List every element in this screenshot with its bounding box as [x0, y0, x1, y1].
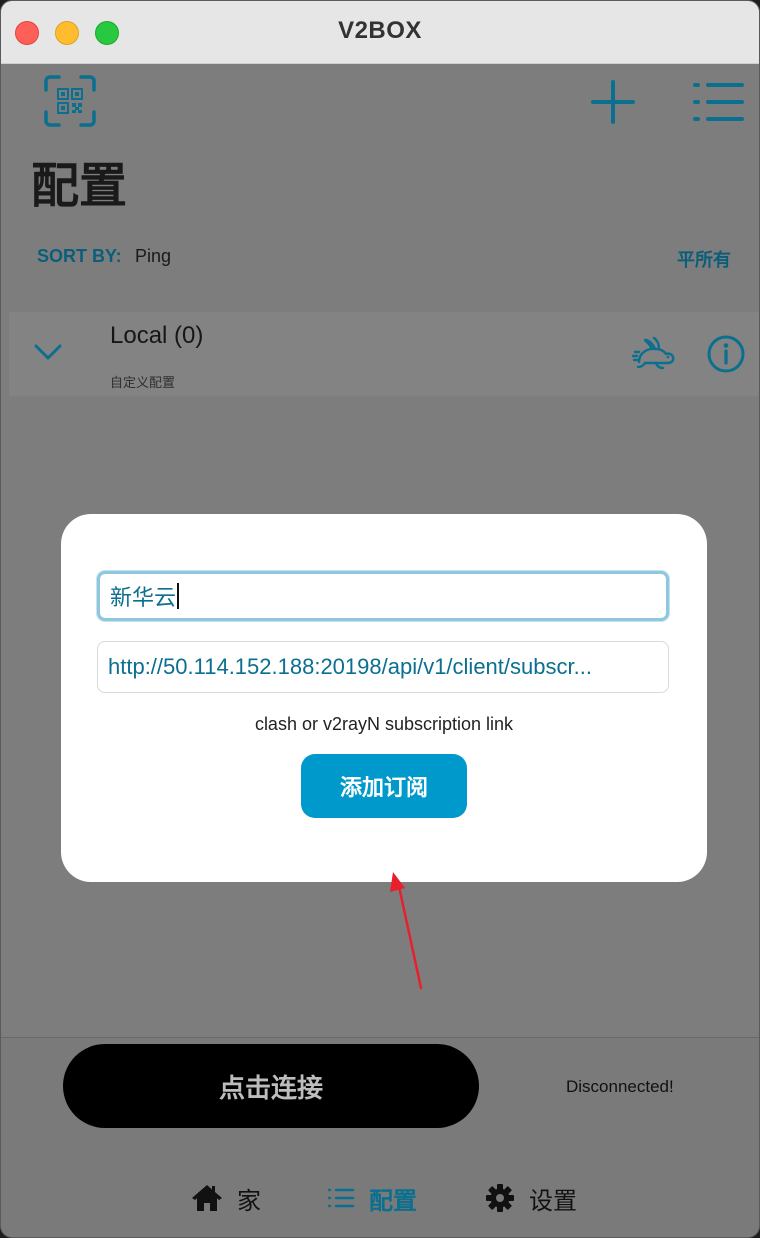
list-icon: [327, 1188, 355, 1208]
add-icon[interactable]: [589, 78, 637, 126]
connect-button[interactable]: 点击连接: [63, 1044, 479, 1128]
qr-scan-icon[interactable]: [43, 74, 97, 128]
home-icon: [192, 1185, 222, 1211]
info-icon[interactable]: [706, 334, 746, 374]
app-window: V2BOX 配置 SORT BY: Ping 平所有 Local (0) 自定义…: [0, 0, 760, 1238]
add-subscription-dialog: 新华云 http://50.114.152.188:20198/api/v1/c…: [61, 514, 707, 882]
main-content: 配置 SORT BY: Ping 平所有 Local (0) 自定义配置 新华云…: [1, 64, 759, 1036]
title-bar: V2BOX: [1, 1, 759, 64]
sort-by-value[interactable]: Ping: [135, 246, 171, 267]
connection-status: Disconnected!: [566, 1077, 674, 1096]
subscription-name-value: 新华云: [110, 585, 177, 610]
tab-config-label: 配置: [369, 1187, 417, 1215]
bottom-panel: 点击连接 Disconnected! 家 配置 设置: [1, 1037, 759, 1237]
speed-test-rabbit-icon[interactable]: [631, 336, 677, 372]
window-title: V2BOX: [338, 17, 422, 44]
config-group-row[interactable]: Local (0) 自定义配置: [9, 312, 759, 396]
group-name: Local (0): [110, 322, 204, 349]
sort-by-label: SORT BY:: [37, 246, 122, 266]
list-menu-icon[interactable]: [691, 80, 745, 124]
tab-home-label: 家: [237, 1187, 261, 1215]
tab-settings-label: 设置: [529, 1187, 577, 1215]
gear-icon: [486, 1184, 514, 1212]
text-caret: [177, 583, 179, 609]
annotation-arrow: [390, 872, 423, 990]
tab-settings[interactable]: 设置: [485, 1180, 577, 1216]
tab-config[interactable]: 配置: [327, 1180, 417, 1216]
subscription-url-input[interactable]: http://50.114.152.188:20198/api/v1/clien…: [97, 641, 669, 693]
subscription-name-input[interactable]: 新华云: [97, 571, 669, 621]
subscription-hint: clash or v2rayN subscription link: [254, 714, 514, 734]
page-title: 配置: [31, 160, 128, 213]
add-subscription-button[interactable]: 添加订阅: [301, 754, 467, 818]
group-subtitle: 自定义配置: [110, 375, 176, 390]
tab-home[interactable]: 家: [191, 1180, 261, 1216]
subscription-url-value: http://50.114.152.188:20198/api/v1/clien…: [108, 654, 592, 679]
chevron-down-icon[interactable]: [33, 340, 63, 364]
ping-all-button[interactable]: 平所有: [677, 246, 731, 272]
